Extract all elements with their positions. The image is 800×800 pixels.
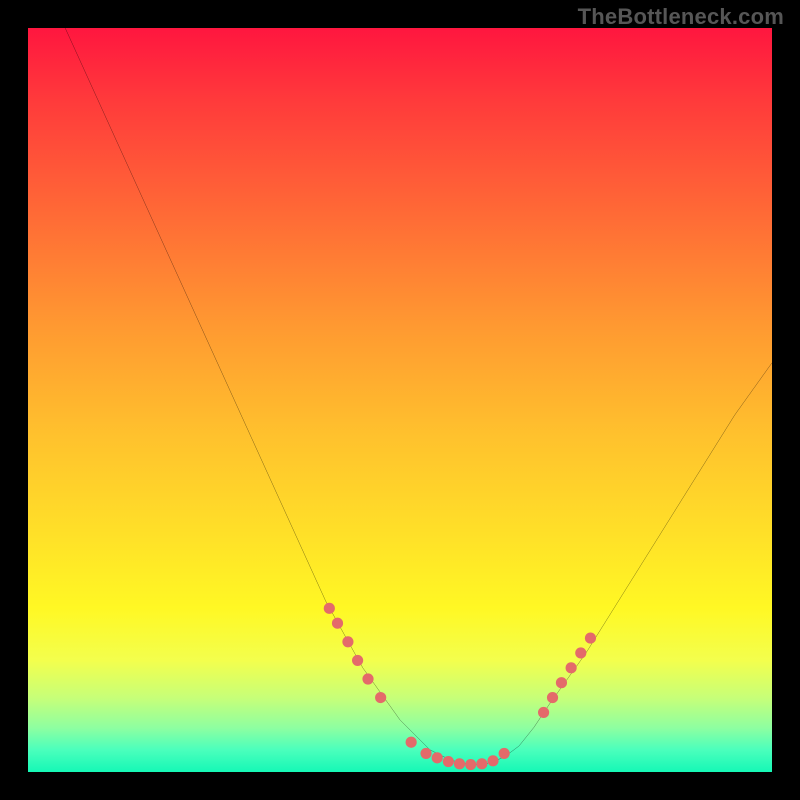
marker-dot — [585, 633, 596, 644]
chart-frame: TheBottleneck.com — [0, 0, 800, 800]
marker-dot — [443, 756, 454, 767]
marker-dot — [476, 758, 487, 769]
marker-dot — [454, 758, 465, 769]
marker-dot — [575, 647, 586, 658]
marker-dot — [352, 655, 363, 666]
marker-dot — [332, 618, 343, 629]
marker-dot — [362, 673, 373, 684]
marker-dot — [465, 759, 476, 770]
marker-dot — [432, 752, 443, 763]
optimal-range-markers — [324, 603, 596, 770]
marker-dot — [487, 755, 498, 766]
marker-dot — [556, 677, 567, 688]
marker-dot — [406, 737, 417, 748]
marker-dot — [342, 636, 353, 647]
bottleneck-curve — [65, 28, 772, 765]
marker-dot — [375, 692, 386, 703]
marker-dot — [566, 662, 577, 673]
watermark-text: TheBottleneck.com — [578, 4, 784, 30]
marker-dot — [324, 603, 335, 614]
marker-dot — [420, 748, 431, 759]
marker-dot — [538, 707, 549, 718]
marker-dot — [547, 692, 558, 703]
marker-dot — [499, 748, 510, 759]
plot-area — [28, 28, 772, 772]
chart-svg — [28, 28, 772, 772]
